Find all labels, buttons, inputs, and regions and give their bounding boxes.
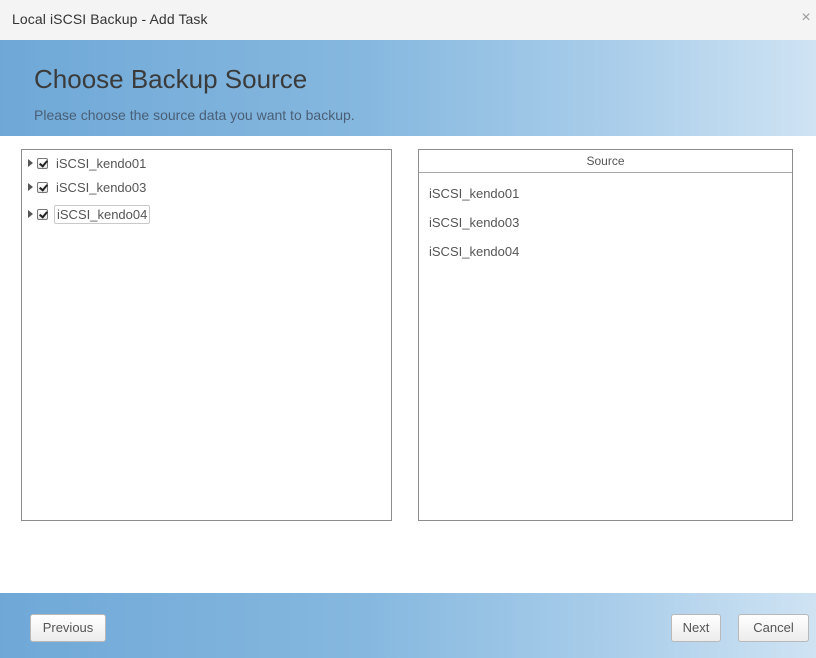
footer-bar: Previous Next Cancel bbox=[0, 593, 816, 658]
close-icon[interactable]: × bbox=[798, 9, 814, 27]
next-button[interactable]: Next bbox=[671, 614, 721, 642]
list-item: iSCSI_kendo04 bbox=[429, 244, 520, 259]
window-title: Local iSCSI Backup - Add Task bbox=[12, 11, 208, 27]
expand-arrow-icon[interactable] bbox=[28, 159, 33, 167]
expand-arrow-icon[interactable] bbox=[28, 210, 33, 218]
checkbox-checked-icon[interactable] bbox=[37, 208, 48, 220]
tree-item[interactable]: iSCSI_kendo03 bbox=[28, 177, 148, 197]
tree-item-label[interactable]: iSCSI_kendo04 bbox=[54, 204, 151, 224]
selected-source-panel: Source iSCSI_kendo01 iSCSI_kendo03 iSCSI… bbox=[418, 149, 793, 521]
tree-item-label[interactable]: iSCSI_kendo03 bbox=[54, 179, 148, 196]
tree-item-label[interactable]: iSCSI_kendo01 bbox=[54, 155, 148, 172]
cancel-button[interactable]: Cancel bbox=[738, 614, 809, 642]
source-list: iSCSI_kendo01 iSCSI_kendo03 iSCSI_kendo0… bbox=[429, 186, 519, 273]
add-task-dialog: Local iSCSI Backup - Add Task × Choose B… bbox=[0, 0, 816, 658]
header-banner: Choose Backup Source Please choose the s… bbox=[0, 40, 816, 136]
checkbox-checked-icon[interactable] bbox=[37, 157, 48, 169]
title-bar: Local iSCSI Backup - Add Task × bbox=[0, 0, 816, 40]
list-item: iSCSI_kendo03 bbox=[429, 215, 520, 230]
source-column-header: Source bbox=[419, 150, 792, 173]
expand-arrow-icon[interactable] bbox=[28, 183, 33, 191]
tree-item[interactable]: iSCSI_kendo04 bbox=[28, 204, 151, 224]
previous-button[interactable]: Previous bbox=[30, 614, 106, 642]
list-item: iSCSI_kendo01 bbox=[429, 186, 520, 201]
checkbox-checked-icon[interactable] bbox=[37, 181, 48, 193]
page-subtitle: Please choose the source data you want t… bbox=[34, 107, 355, 123]
source-tree-panel: iSCSI_kendo01 iSCSI_kendo03 iSCSI_kendo0… bbox=[21, 149, 392, 521]
page-title: Choose Backup Source bbox=[34, 64, 308, 94]
tree-item[interactable]: iSCSI_kendo01 bbox=[28, 153, 148, 173]
